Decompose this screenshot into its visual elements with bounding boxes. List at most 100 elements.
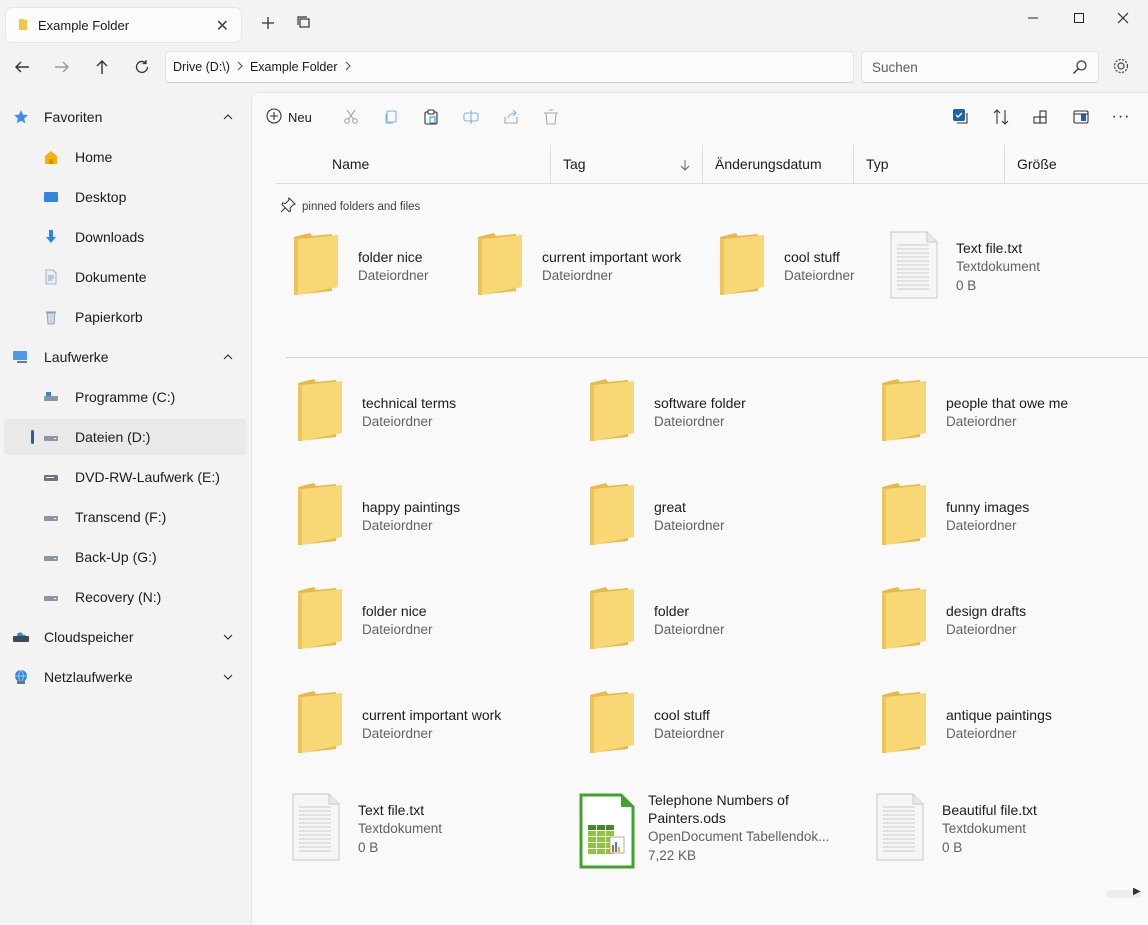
tab-overview-icon[interactable] [293, 12, 315, 34]
sidebar-section-label: Cloudspeicher [44, 629, 134, 645]
sidebar-item-desktop[interactable]: Desktop [4, 179, 247, 215]
sidebar-item-drive-d[interactable]: Dateien (D:) [4, 419, 247, 455]
drive-icon [42, 548, 60, 566]
folder-tile[interactable]: people that owe me Dateiordner [874, 377, 1134, 457]
folder-tile[interactable]: great Dateiordner [582, 481, 842, 561]
chevron-down-icon[interactable] [223, 629, 233, 645]
tile-info: design drafts Dateiordner [946, 602, 1026, 665]
preview-pane-icon[interactable] [1070, 105, 1092, 129]
folder-tile[interactable]: cool stuff Dateiordner [712, 231, 912, 311]
address-bar[interactable]: Drive (D:\) Example Folder [165, 51, 854, 83]
text-file-icon [286, 793, 346, 865]
tile-info: happy paintings Dateiordner [362, 498, 460, 561]
folder-icon [874, 689, 934, 761]
tile-info: cool stuff Dateiordner [654, 706, 725, 769]
new-tab-button[interactable] [257, 12, 279, 34]
tile-name: current important work [362, 707, 502, 723]
gear-icon[interactable] [1111, 56, 1131, 79]
tile-name: current important work [542, 249, 682, 265]
minimize-button[interactable] [1010, 4, 1056, 32]
folder-tile[interactable]: folder nice Dateiordner [286, 231, 486, 311]
sidebar-item-drive-n[interactable]: Recovery (N:) [4, 579, 247, 615]
back-button[interactable] [8, 53, 36, 81]
copy-icon[interactable] [380, 105, 402, 129]
chevron-down-icon[interactable] [223, 669, 233, 685]
close-tab-icon[interactable]: ✕ [216, 16, 229, 36]
column-header-modified[interactable]: Änderungsdatum [702, 145, 853, 183]
search-input[interactable]: Suchen [861, 51, 1099, 83]
paste-icon[interactable] [420, 105, 442, 129]
sidebar-item-recycle-bin[interactable]: Papierkorb [4, 299, 247, 335]
folder-tile[interactable]: cool stuff Dateiordner [582, 689, 842, 769]
tile-name: Telephone Numbers of Painters.ods [648, 792, 789, 826]
folder-icon [18, 17, 28, 34]
column-header-name[interactable]: Name [320, 145, 550, 183]
chevron-up-icon[interactable] [223, 109, 233, 125]
file-tile[interactable]: Beautiful file.txt Textdokument 0 B [870, 793, 1130, 873]
sidebar-item-drive-e[interactable]: DVD-RW-Laufwerk (E:) [4, 459, 247, 495]
file-tile[interactable]: Text file.txt Textdokument 0 B [884, 231, 1084, 311]
close-window-button[interactable] [1100, 4, 1146, 32]
home-icon [42, 148, 60, 166]
breadcrumb-folder[interactable]: Example Folder [250, 60, 338, 74]
tile-type: Dateiordner [358, 268, 429, 283]
folder-tile[interactable]: technical terms Dateiordner [290, 377, 550, 457]
sidebar-item-drive-f[interactable]: Transcend (F:) [4, 499, 247, 535]
share-icon[interactable] [500, 105, 522, 129]
tile-name: people that owe me [946, 395, 1069, 411]
title-bar: Example Folder ✕ [0, 0, 1148, 48]
add-icon [266, 107, 282, 127]
sidebar-item-home[interactable]: Home [4, 139, 247, 175]
tile-type: Textdokument [956, 258, 1041, 274]
refresh-button[interactable] [128, 53, 156, 81]
more-options-button[interactable]: ··· [1110, 105, 1132, 129]
column-header-type[interactable]: Typ [853, 145, 1004, 183]
sidebar-item-downloads[interactable]: Downloads [4, 219, 247, 255]
sidebar-section-drives[interactable]: Laufwerke [4, 339, 247, 375]
sidebar-item-drive-c[interactable]: Programme (C:) [4, 379, 247, 415]
folder-icon [290, 377, 350, 449]
folder-tile[interactable]: software folder Dateiordner [582, 377, 842, 457]
chevron-right-icon[interactable] [345, 60, 351, 74]
new-button[interactable]: Neu [266, 105, 316, 129]
column-header-tag[interactable]: Tag [550, 145, 702, 183]
sidebar-section-favorites[interactable]: Favoriten [4, 99, 247, 135]
file-tile[interactable]: Text file.txt Textdokument 0 B [286, 793, 546, 873]
folder-tile[interactable]: folder nice Dateiordner [290, 585, 550, 665]
sidebar-section-cloud[interactable]: Cloudspeicher [4, 619, 247, 655]
layout-icon[interactable] [1030, 105, 1052, 129]
folder-tile[interactable]: funny images Dateiordner [874, 481, 1134, 561]
file-list-pane: Neu ··· Name Tag Änderungsdatum Typ Größ… [251, 92, 1148, 925]
sort-icon[interactable] [990, 105, 1012, 129]
tab-example-folder[interactable]: Example Folder ✕ [6, 8, 241, 42]
folder-tile[interactable]: current important work Dateiordner [470, 231, 710, 311]
breadcrumb-drive[interactable]: Drive (D:\) [173, 60, 230, 74]
column-header-label: Tag [563, 156, 586, 172]
delete-icon[interactable] [540, 105, 562, 129]
cut-icon[interactable] [340, 105, 362, 129]
recycle-bin-icon [42, 308, 60, 326]
select-all-icon[interactable] [950, 105, 972, 129]
download-icon [42, 228, 60, 246]
folder-tile[interactable]: design drafts Dateiordner [874, 585, 1134, 665]
column-header-size[interactable]: Größe [1004, 145, 1148, 183]
sidebar-item-label: Dateien (D:) [75, 429, 151, 445]
sidebar-section-network[interactable]: Netzlaufwerke [4, 659, 247, 695]
folder-tile[interactable]: folder Dateiordner [582, 585, 842, 665]
folder-tile[interactable]: current important work Dateiordner [290, 689, 550, 769]
chevron-up-icon[interactable] [223, 349, 233, 365]
rename-icon[interactable] [460, 105, 482, 129]
computer-icon [12, 348, 30, 366]
scroll-right-icon[interactable]: ▶ [1133, 886, 1141, 897]
maximize-button[interactable] [1056, 4, 1102, 32]
sidebar-item-drive-g[interactable]: Back-Up (G:) [4, 539, 247, 575]
sidebar-item-documents[interactable]: Dokumente [4, 259, 247, 295]
tile-size: 0 B [358, 839, 379, 855]
drive-icon [42, 588, 60, 606]
up-button[interactable] [88, 53, 116, 81]
file-tile[interactable]: Telephone Numbers of Painters.ods OpenDoc… [578, 792, 838, 873]
tile-type: Dateiordner [654, 414, 725, 429]
folder-tile[interactable]: antique paintings Dateiordner [874, 689, 1134, 769]
folder-tile[interactable]: happy paintings Dateiordner [290, 481, 550, 561]
forward-button[interactable] [48, 53, 76, 81]
